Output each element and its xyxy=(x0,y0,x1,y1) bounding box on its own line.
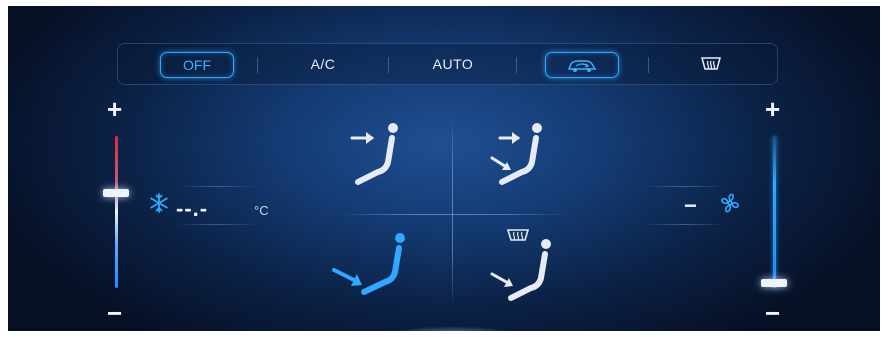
separator xyxy=(257,57,258,73)
temperature-slider[interactable] xyxy=(115,136,118,288)
auto-button-label: AUTO xyxy=(432,56,474,72)
recirculation-button[interactable] xyxy=(545,52,619,78)
fan-speed-value: − xyxy=(684,193,697,218)
temperature-unit: °C xyxy=(254,203,269,218)
mode-feet-defrost-button[interactable] xyxy=(482,228,562,307)
bottom-glow xyxy=(358,312,548,331)
fan-speed-slider-knob[interactable] xyxy=(761,279,787,287)
ac-button-label: A/C xyxy=(310,56,336,72)
plus-label: + xyxy=(765,94,781,124)
rear-defrost-button[interactable] xyxy=(666,44,756,84)
snowflake-icon xyxy=(150,193,168,213)
divider xyxy=(644,224,724,225)
off-button[interactable]: OFF xyxy=(160,52,234,78)
temperature-down-button[interactable]: − xyxy=(107,300,122,326)
temperature-value: --.- xyxy=(176,196,209,221)
separator xyxy=(516,57,517,73)
auto-button[interactable]: AUTO xyxy=(408,44,498,84)
rear-defrost-icon xyxy=(701,57,721,70)
climate-control-screen: OFF A/C AUTO + − --.- °C − + − xyxy=(8,6,880,331)
minus-label: − xyxy=(765,298,781,328)
plus-label: + xyxy=(107,94,123,124)
temperature-slider-knob[interactable] xyxy=(103,189,129,197)
off-button-label: OFF xyxy=(183,57,211,73)
separator xyxy=(648,57,649,73)
fan-speed-slider[interactable] xyxy=(773,136,776,288)
divider xyxy=(178,186,258,187)
feet-airflow-icon xyxy=(332,233,405,295)
mode-grid-horizontal-divider xyxy=(338,214,568,215)
mode-grid-vertical-divider xyxy=(452,114,453,309)
fan-speed-up-button[interactable]: + xyxy=(765,96,780,122)
feet-defrost-airflow-icon xyxy=(490,229,551,301)
divider xyxy=(178,224,258,225)
climate-mode-bar: OFF A/C AUTO xyxy=(117,43,778,85)
divider xyxy=(644,186,724,187)
face-airflow-icon xyxy=(350,123,398,185)
mode-feet-button[interactable] xyxy=(326,228,410,303)
temperature-up-button[interactable]: + xyxy=(107,96,122,122)
mode-face-feet-button[interactable] xyxy=(482,118,552,193)
fan-speed-down-button[interactable]: − xyxy=(765,300,780,326)
mode-face-button[interactable] xyxy=(338,118,408,193)
face-feet-airflow-icon xyxy=(490,123,542,185)
ac-button[interactable]: A/C xyxy=(278,44,368,84)
minus-label: − xyxy=(107,298,123,328)
fan-icon xyxy=(721,193,739,213)
separator xyxy=(388,57,389,73)
car-recirculation-icon xyxy=(567,60,597,72)
